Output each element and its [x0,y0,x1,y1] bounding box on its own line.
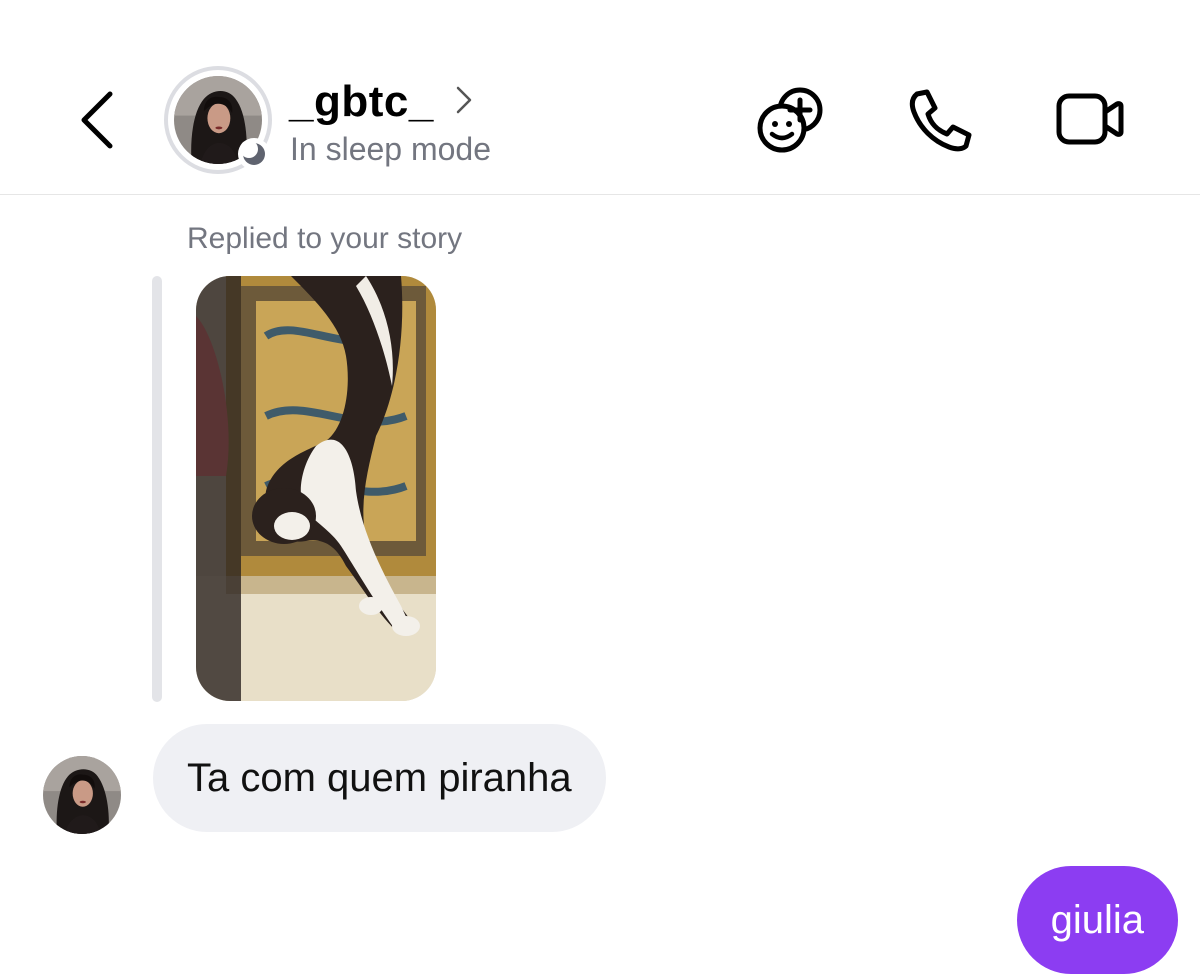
story-thumbnail[interactable] [196,276,436,701]
chat-screen: _gbtc_ In sleep mode Replied to your sto… [0,0,1200,978]
voice-call-button[interactable] [903,84,975,156]
contact-status: In sleep mode [290,131,492,167]
video-camera-icon [1056,93,1124,145]
chat-header: _gbtc_ In sleep mode [0,0,1200,195]
chevron-right-icon[interactable] [452,84,476,116]
video-call-button[interactable] [1053,84,1125,156]
outgoing-message-bubble[interactable]: giulia [1016,866,1178,974]
effects-button[interactable] [754,84,826,156]
replied-to-story-label: Replied to your story [187,222,463,255]
message-text: giulia [1050,897,1144,942]
back-button[interactable] [74,88,122,152]
effects-add-icon [757,87,823,153]
sleep-status-indicator [238,138,270,170]
chevron-left-icon [81,91,113,149]
phone-icon [909,89,972,152]
message-sender-avatar[interactable] [43,756,121,834]
contact-name[interactable]: _gbtc_ [289,77,434,127]
message-text: Ta com quem piranha [187,755,572,800]
incoming-message-bubble[interactable]: Ta com quem piranha [153,724,606,832]
reply-quote-bar [152,276,162,702]
